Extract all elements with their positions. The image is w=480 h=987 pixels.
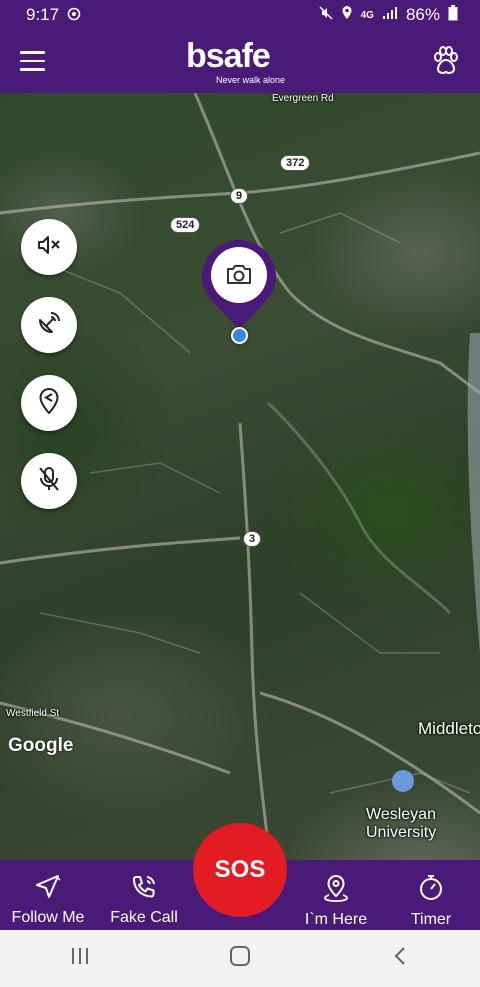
app-header: bsafe Never walk alone: [0, 30, 480, 93]
im-here-button[interactable]: I`m Here: [298, 860, 374, 930]
recents-icon: [70, 947, 90, 970]
microphone-off-button[interactable]: [21, 453, 77, 509]
back-button[interactable]: [370, 939, 430, 979]
logo-text: bsafe: [186, 37, 271, 75]
follow-me-icon: [34, 874, 62, 905]
system-navigation-bar: [0, 930, 480, 987]
paw-icon[interactable]: [432, 46, 460, 76]
signal-icon: [382, 5, 398, 25]
home-button[interactable]: [210, 939, 270, 979]
route-shield-372: 372: [280, 155, 311, 171]
satellite-button[interactable]: [21, 297, 77, 353]
logo-tagline: Never walk alone: [216, 75, 286, 85]
map-label-university: University: [366, 824, 437, 841]
map-label-middletown: Middleto: [418, 719, 480, 738]
status-bar: 9:17 4G 86%: [0, 0, 480, 30]
share-location-icon: [38, 387, 60, 420]
route-shield-9: 9: [230, 188, 249, 204]
map-label-wesleyan: Wesleyan: [366, 806, 436, 823]
timer-button[interactable]: Timer: [398, 860, 464, 930]
google-logo: Google: [8, 735, 74, 756]
fake-call-label: Fake Call: [110, 909, 178, 926]
back-icon: [393, 946, 407, 971]
follow-me-label: Follow Me: [11, 909, 85, 926]
satellite-icon: [36, 310, 62, 341]
location-icon: [341, 5, 353, 25]
fake-call-button[interactable]: Fake Call: [104, 860, 184, 930]
route-shield-3: 3: [243, 531, 262, 547]
camera-pin[interactable]: [200, 238, 278, 332]
current-location-dot: [231, 327, 248, 344]
hamburger-icon[interactable]: [20, 51, 45, 71]
map-label-westfield: Westfield St: [6, 708, 60, 719]
speaker-off-icon: [36, 234, 62, 261]
map-label-evergreen: Evergreen Rd: [272, 93, 334, 104]
network-type: 4G: [360, 9, 374, 21]
volume-mute-button[interactable]: [21, 219, 77, 275]
stopwatch-icon: [418, 874, 444, 907]
recent-apps-button[interactable]: [50, 939, 110, 979]
camera-icon: [225, 262, 253, 291]
timer-label: Timer: [410, 911, 452, 928]
mic-off-icon: [37, 465, 61, 498]
university-icon: [392, 770, 414, 792]
mute-icon: [319, 5, 333, 25]
app-logo: bsafe Never walk alone: [186, 38, 296, 88]
status-time: 9:17: [26, 5, 60, 24]
follow-me-button[interactable]: Follow Me: [6, 860, 90, 930]
share-location-button[interactable]: [21, 375, 77, 431]
im-here-label: I`m Here: [304, 911, 368, 928]
whatsapp-icon: [67, 7, 81, 24]
route-shield-524: 524: [170, 217, 201, 233]
location-pin-icon: [323, 874, 349, 907]
sos-button[interactable]: SOS: [193, 823, 287, 917]
battery-icon: [448, 4, 458, 26]
battery-level: 86%: [405, 5, 440, 24]
home-icon: [229, 945, 251, 972]
phone-icon: [130, 874, 158, 905]
